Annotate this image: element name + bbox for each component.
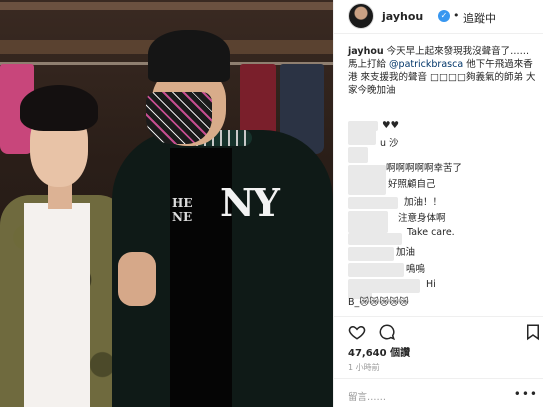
comment-text: ♥♥ (382, 120, 400, 131)
tee-print: HE NE (172, 196, 193, 224)
comment-icon[interactable] (378, 323, 396, 341)
comment-text: 加油 (396, 247, 416, 258)
blurred-username (348, 197, 398, 209)
timestamp[interactable]: 1 小時前 (348, 362, 380, 373)
blurred-username (348, 165, 386, 195)
caption: jayhou 今天早上起來發現我沒聲音了…… 馬上打給 @patrickbras… (348, 45, 538, 97)
comment-text: Hi (426, 279, 436, 290)
ny-logo: NY (220, 180, 280, 225)
comment-text: 注意身体啊 (398, 213, 446, 224)
comment-text: 嗚嗚 (406, 264, 426, 275)
blurred-username (348, 211, 388, 233)
person-left (0, 85, 130, 407)
post-side-panel: jayhou ✓ • 追蹤中 jayhou 今天早上起來發現我沒聲音了…… 馬上… (333, 0, 543, 407)
comment-text: Take care. (407, 227, 455, 238)
post-photo[interactable]: HE NE NY (0, 0, 333, 407)
following-button[interactable]: 追蹤中 (463, 10, 496, 26)
blurred-username (348, 147, 368, 163)
add-comment-input[interactable]: 留言…… (348, 389, 386, 403)
heart-icon[interactable] (348, 323, 366, 341)
caption-username[interactable]: jayhou (348, 46, 384, 57)
blurred-username (348, 127, 376, 145)
separator-dot: • (453, 9, 460, 22)
closet-shelf (0, 2, 333, 10)
post-header: jayhou ✓ • 追蹤中 (334, 0, 543, 34)
comment-text: 好照顧自己 (388, 179, 436, 190)
blurred-username (348, 247, 394, 261)
action-bar (334, 316, 543, 344)
comment-text: 啊啊啊啊啊幸苦了 (386, 163, 463, 174)
username-link[interactable]: jayhou (382, 10, 423, 23)
blurred-username (348, 263, 404, 277)
face-mask (146, 92, 212, 144)
person-right: HE NE NY (112, 30, 333, 407)
likes-count[interactable]: 47,640 個讚 (348, 344, 410, 359)
mention-link[interactable]: @patrickbrasca (389, 59, 463, 70)
blurred-username (348, 233, 402, 245)
save-icon[interactable] (524, 323, 542, 341)
add-comment-bar: 留言…… ••• (334, 378, 543, 407)
comment-text: 加油！！ (404, 197, 443, 208)
avatar[interactable] (348, 3, 374, 29)
comment-text: u 沙 (380, 138, 399, 149)
comment-text: B_😿😿😿😿😿 (348, 297, 409, 308)
comments-list[interactable]: jayhou 今天早上起來發現我沒聲音了…… 馬上打給 @patrickbras… (334, 35, 543, 315)
more-options-icon[interactable]: ••• (514, 387, 538, 401)
verified-badge-icon: ✓ (438, 10, 450, 22)
